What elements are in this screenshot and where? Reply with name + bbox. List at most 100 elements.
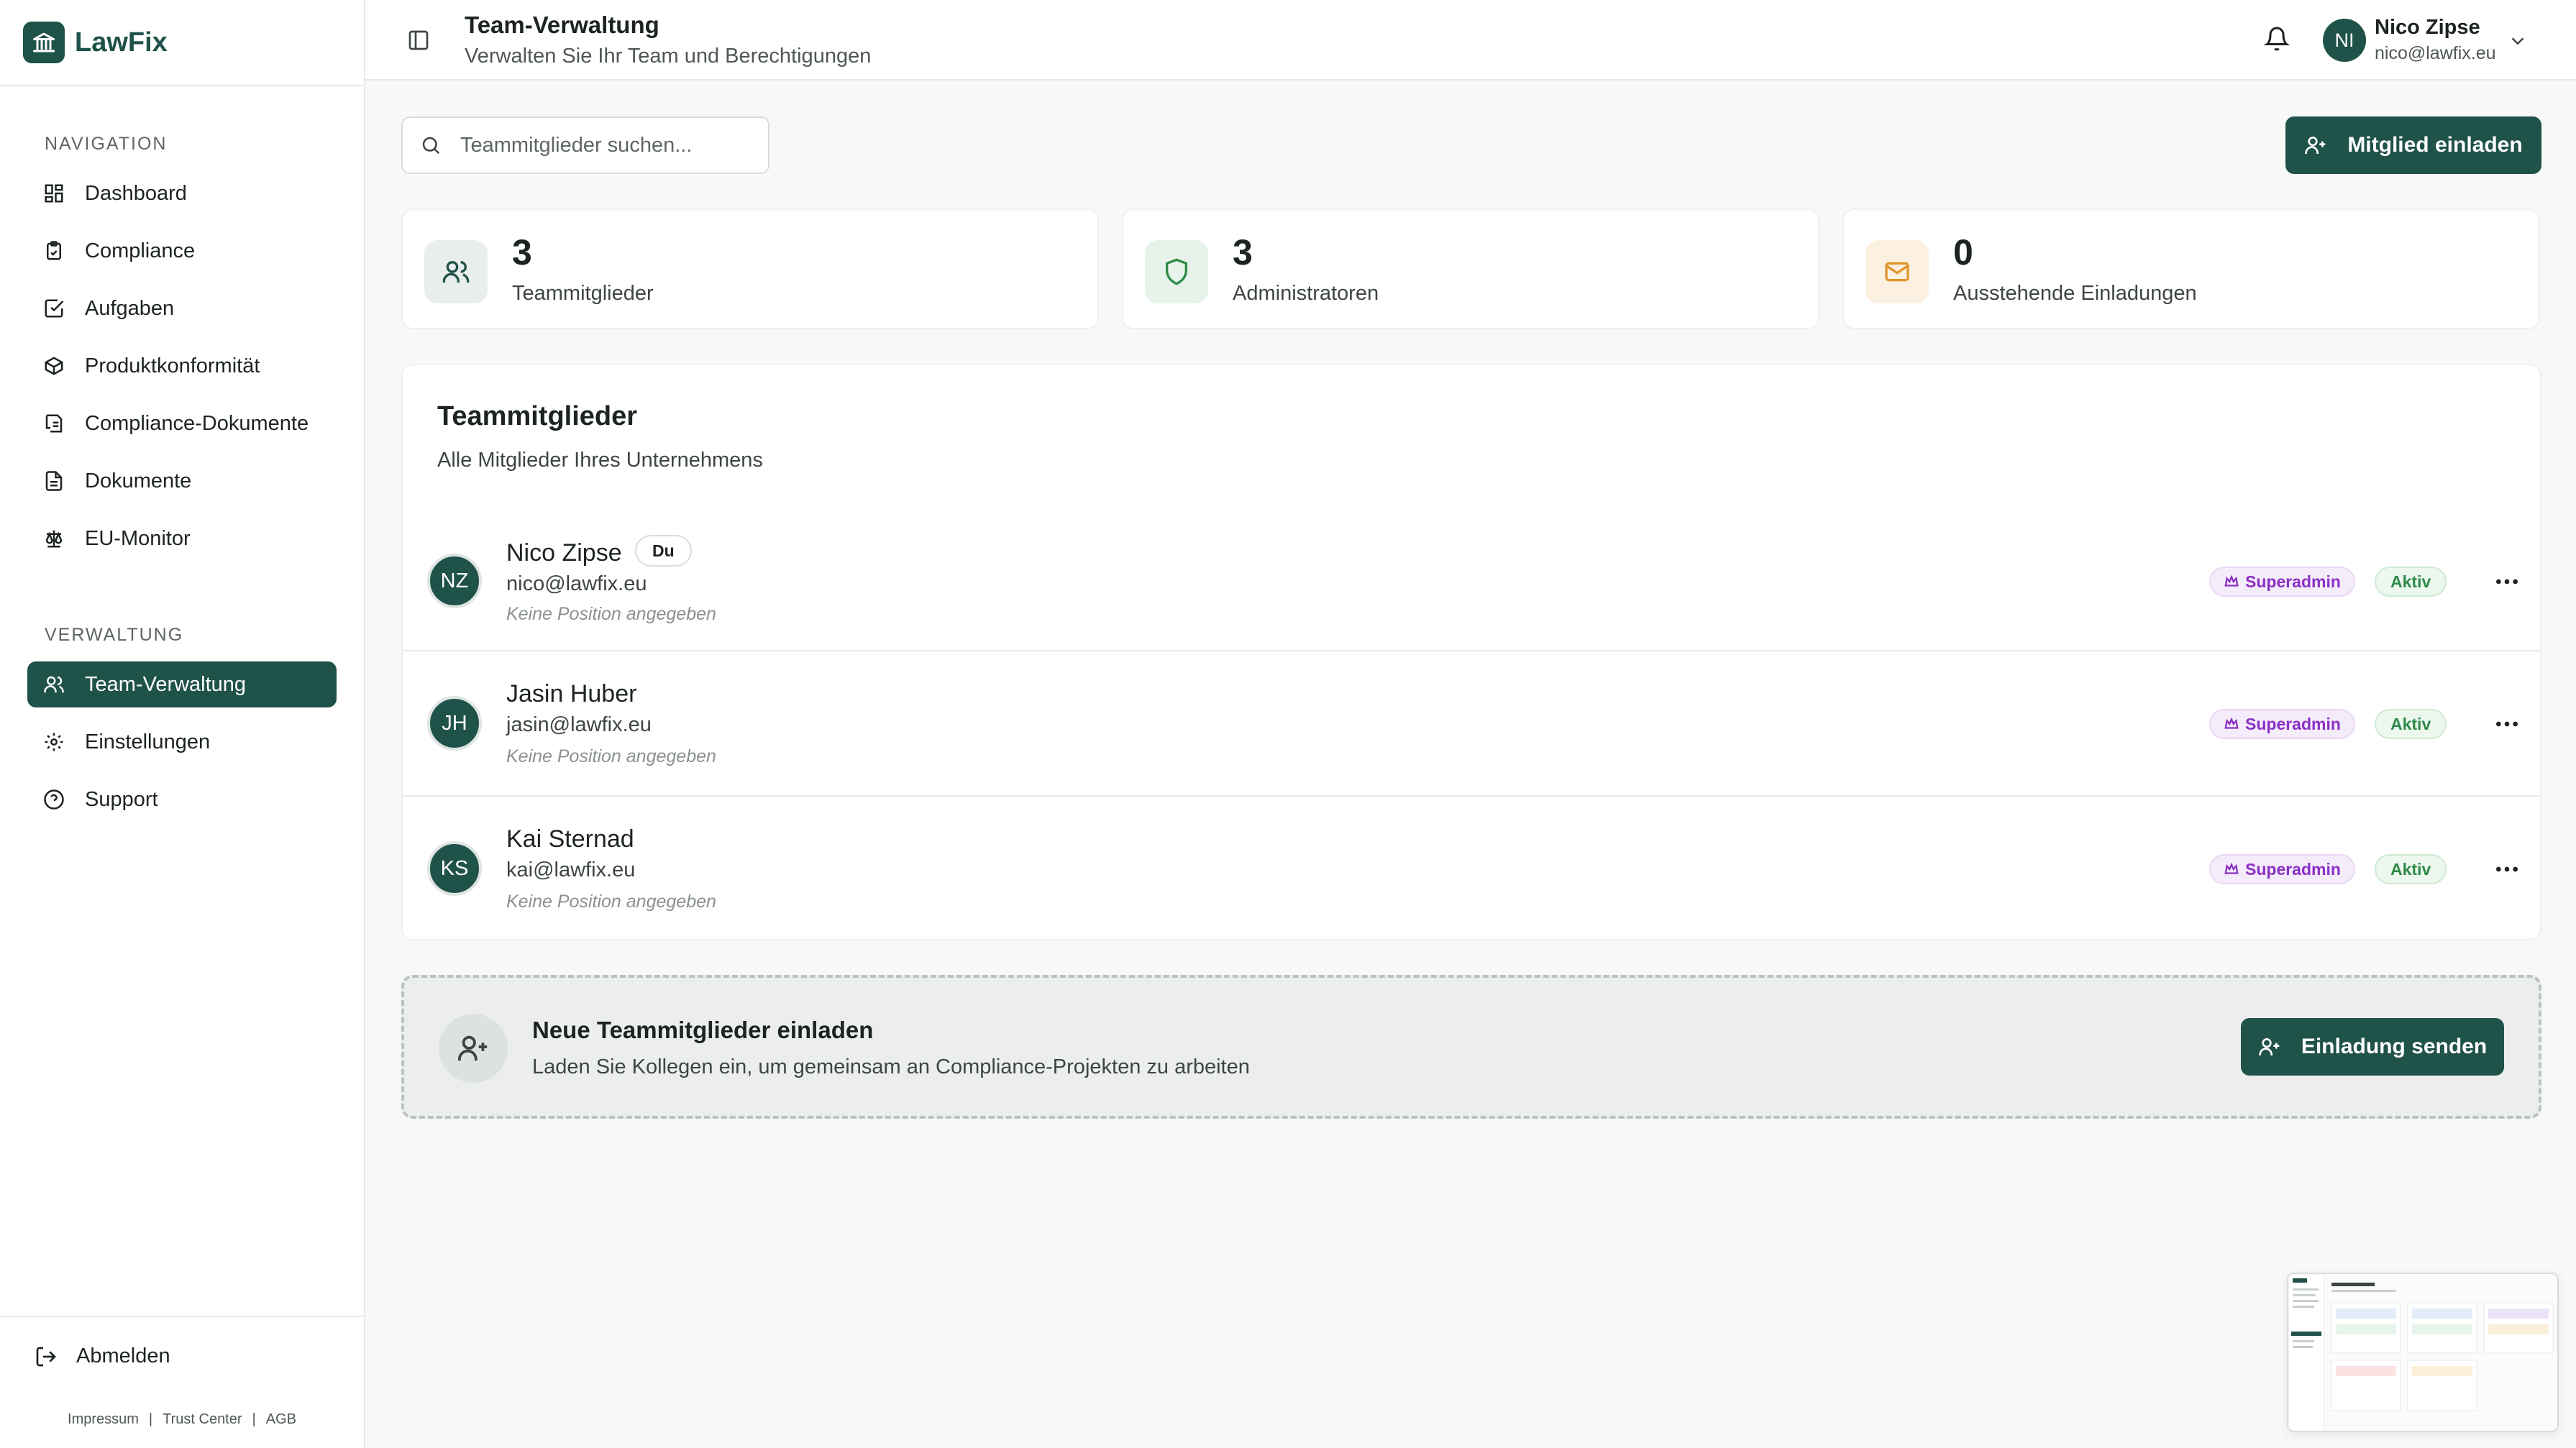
sidebar-item-label: Compliance-Dokumente [85,411,309,435]
stat-value: 0 [1953,232,1973,272]
member-position: Keine Position angegeben [506,604,716,624]
stat-value: 3 [512,232,532,272]
sidebar-item-einstellungen[interactable]: Einstellungen [27,719,337,765]
sidebar-item-label: EU-Monitor [85,526,191,550]
invite-subtitle: Laden Sie Kollegen ein, um gemeinsam an … [532,1055,1250,1078]
role-label: Superadmin [2245,714,2341,733]
search-input[interactable] [460,133,748,157]
sidebar-item-support[interactable]: Support [27,776,337,822]
document-stack-icon [45,414,63,433]
sidebar-item-label: Produktkonformität [85,354,260,377]
sidebar-item-aufgaben[interactable]: Aufgaben [27,285,337,331]
search-field[interactable] [401,116,769,174]
users-icon [44,676,64,693]
stat-card-admins: 3 Administratoren [1122,209,1819,329]
mail-icon [1865,240,1929,303]
invite-member-button[interactable]: Mitglied einladen [2285,116,2541,174]
sidebar-footer: Abmelden Impressum | Trust Center | AGB [0,1316,364,1448]
screen-preview-thumbnail[interactable] [2287,1273,2559,1432]
crown-icon [2224,862,2239,874]
impressum-link[interactable]: Impressum [68,1411,139,1427]
sidebar-item-label: Support [85,787,158,811]
stat-label: Ausstehende Einladungen [1953,282,2197,305]
members-title: Teammitglieder [437,401,638,431]
users-icon [424,240,488,303]
brand[interactable]: LawFix [0,0,364,86]
role-label: Superadmin [2245,859,2341,879]
send-invite-button[interactable]: Einladung senden [2241,1018,2504,1076]
sidebar-item-label: Dashboard [85,181,187,205]
sidebar-item-compliance[interactable]: Compliance [27,228,337,274]
sidebar-item-label: Compliance [85,239,196,262]
sidebar-item-compliance-dokumente[interactable]: Compliance-Dokumente [27,400,337,446]
scale-icon [45,530,63,548]
avatar: JH [427,696,482,751]
logout-icon [36,1347,56,1366]
member-position: Keine Position angegeben [506,746,716,766]
checkbox-icon [45,299,64,318]
logout-button[interactable]: Abmelden [35,1344,364,1368]
member-name: Nico Zipse [506,539,622,567]
dashboard-icon [45,184,63,203]
page-title: Team-Verwaltung [465,12,659,38]
avatar: NZ [427,554,482,608]
member-email: nico@lawfix.eu [506,572,647,595]
stat-label: Teammitglieder [512,282,654,305]
sidebar-item-eu-monitor[interactable]: EU-Monitor [27,515,337,562]
sidebar-item-label: Aufgaben [85,296,175,320]
stat-card-pending-invites: 0 Ausstehende Einladungen [1842,209,2540,329]
sidebar-item-dashboard[interactable]: Dashboard [27,170,337,216]
members-card: Teammitglieder Alle Mitglieder Ihres Unt… [401,364,2541,940]
admin-heading: VERWALTUNG [45,625,184,645]
member-position: Keine Position angegeben [506,892,716,912]
invite-member-label: Mitglied einladen [2347,133,2523,157]
role-badge: Superadmin [2209,854,2355,884]
sidebar-item-team-verwaltung[interactable]: Team-Verwaltung [27,661,337,707]
agb-link[interactable]: AGB [266,1411,296,1427]
sidebar-toggle-icon[interactable] [407,29,430,52]
user-plus-icon [2305,137,2326,154]
send-invite-label: Einladung senden [2301,1035,2488,1058]
more-options-icon[interactable] [2493,855,2521,884]
chevron-down-icon[interactable] [2507,30,2529,52]
user-name[interactable]: Nico Zipse [2375,16,2497,40]
page-subtitle: Verwalten Sie Ihr Team und Berechtigunge… [465,45,872,68]
preview-image [2288,1274,2557,1431]
member-email: kai@lawfix.eu [506,858,636,881]
bell-icon[interactable] [2264,26,2290,52]
stat-card-members: 3 Teammitglieder [401,209,1099,329]
sidebar: LawFix NAVIGATION Dashboard Compliance A… [0,0,365,1448]
user-email: nico@lawfix.eu [2375,43,2496,63]
crown-icon [2224,717,2239,729]
trust-center-link[interactable]: Trust Center [163,1411,242,1427]
members-subtitle: Alle Mitglieder Ihres Unternehmens [437,449,763,472]
invite-panel: Neue Teammitglieder einladen Laden Sie K… [401,975,2541,1119]
topbar: Team-Verwaltung Verwalten Sie Ihr Team u… [365,0,2576,81]
more-options-icon[interactable] [2493,710,2521,738]
shield-icon [1145,240,1208,303]
sidebar-item-produktkonformitaet[interactable]: Produktkonformität [27,343,337,389]
crown-icon [2224,574,2239,587]
sidebar-item-label: Einstellungen [85,730,211,753]
more-options-icon[interactable] [2493,567,2521,596]
gear-icon [45,733,63,751]
status-badge: Aktiv [2375,854,2447,884]
member-row[interactable]: NZ Nico Zipse Du nico@lawfix.eu Keine Po… [403,509,2540,651]
sidebar-item-label: Team-Verwaltung [85,672,247,696]
member-email: jasin@lawfix.eu [506,713,652,736]
clipboard-icon [47,241,61,260]
member-row[interactable]: JH Jasin Huber jasin@lawfix.eu Keine Pos… [403,651,2540,797]
avatar: KS [427,841,482,896]
member-name: Jasin Huber [506,680,637,707]
legal-links: Impressum | Trust Center | AGB [68,1411,296,1427]
sidebar-item-dokumente[interactable]: Dokumente [27,458,337,504]
user-plus-icon [439,1014,508,1083]
status-badge: Aktiv [2375,709,2447,739]
member-row[interactable]: KS Kai Sternad kai@lawfix.eu Keine Posit… [403,797,2540,939]
member-name: Kai Sternad [506,825,634,853]
user-avatar[interactable]: NI [2323,19,2366,62]
nav-heading: NAVIGATION [45,134,168,154]
you-badge: Du [635,535,692,567]
help-circle-icon [44,789,64,810]
search-icon [422,137,440,155]
